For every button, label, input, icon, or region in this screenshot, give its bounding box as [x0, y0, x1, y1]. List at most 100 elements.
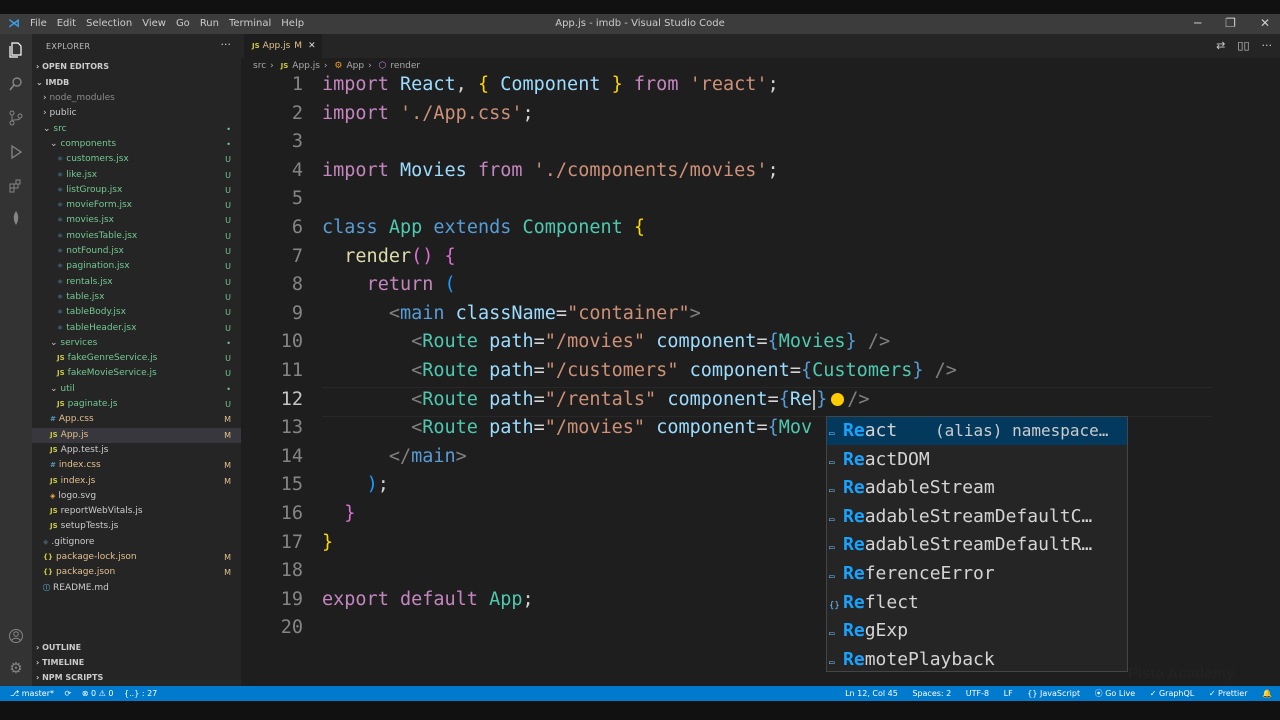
status-encoding[interactable]: UTF-8 — [966, 689, 989, 698]
open-changes-icon[interactable]: ⇄ — [1216, 39, 1225, 52]
tree-item[interactable]: ⌄ src • — [32, 122, 241, 137]
code-line[interactable]: ); — [322, 474, 389, 495]
timeline-section[interactable]: › TIMELINE — [36, 658, 84, 667]
tree-item[interactable]: ◈ logo.svg — [32, 489, 241, 504]
tree-item[interactable]: › public — [32, 106, 241, 121]
extensions-icon[interactable] — [6, 176, 26, 196]
code-line[interactable]: import './App.css'; — [322, 103, 534, 124]
code-line[interactable]: import React, { Component } from 'react'… — [322, 74, 779, 95]
tree-item[interactable]: JS fakeGenreService.js U — [32, 351, 241, 366]
tree-item[interactable]: ◆ .gitignore — [32, 535, 241, 550]
tree-item[interactable]: JS index.js M — [32, 474, 241, 489]
tree-item[interactable]: ⌄ components • — [32, 137, 241, 152]
tree-item[interactable]: JS reportWebVitals.js — [32, 504, 241, 519]
tree-item[interactable]: JS App.js M — [32, 427, 241, 443]
status-prettier[interactable]: ✓ Prettier — [1209, 689, 1248, 698]
tree-item[interactable]: # App.css M — [32, 412, 241, 427]
lightbulb-icon[interactable] — [831, 393, 845, 407]
status-extra[interactable]: {..} : 27 — [124, 689, 157, 698]
status-golive[interactable]: ⦿ Go Live — [1095, 689, 1136, 698]
project-section[interactable]: ⌄ IMDB — [36, 78, 69, 87]
status-language[interactable]: {} JavaScript — [1027, 689, 1080, 698]
suggestion-item[interactable]: ▭ ReferenceError — [827, 560, 1127, 588]
tree-item[interactable]: ⚛ rentals.jsx U — [32, 275, 241, 290]
suggestion-item[interactable]: ▭ ReadableStream — [827, 474, 1127, 502]
suggestion-item[interactable]: ▭ ReactDOM — [827, 446, 1127, 474]
status-position[interactable]: Ln 12, Col 45 — [845, 689, 898, 698]
more-actions-icon[interactable]: ··· — [221, 38, 232, 51]
status-eol[interactable]: LF — [1004, 689, 1013, 698]
file-name: index.js — [60, 475, 96, 486]
suggestion-item[interactable]: ▭ RemotePlayback — [827, 646, 1127, 674]
code-line[interactable]: } — [322, 503, 355, 524]
open-editors-section[interactable]: › OPEN EDITORS — [36, 62, 109, 71]
mongodb-leaf-icon[interactable] — [6, 208, 26, 228]
tree-item[interactable]: ⚛ like.jsx U — [32, 168, 241, 183]
line-number: 15 — [280, 474, 303, 496]
tree-item[interactable]: JS paginate.js U — [32, 397, 241, 412]
code-line[interactable]: </main> — [322, 446, 467, 467]
source-control-icon[interactable] — [6, 108, 26, 128]
npm-scripts-section[interactable]: › NPM SCRIPTS — [36, 673, 103, 682]
run-debug-icon[interactable] — [6, 142, 26, 162]
breadcrumb-class[interactable]: App — [346, 61, 364, 71]
breadcrumb-src[interactable]: src — [253, 61, 266, 71]
more-editor-actions-icon[interactable]: ··· — [1262, 39, 1273, 52]
account-icon[interactable] — [6, 626, 26, 646]
tree-item[interactable]: ⓘ README.md — [32, 581, 241, 596]
tree-item[interactable]: ⚛ tableBody.jsx U — [32, 305, 241, 320]
suggestion-item[interactable]: ▭ ReadableStreamDefaultC… — [827, 503, 1127, 531]
tree-item[interactable]: ⚛ notFound.jsx U — [32, 244, 241, 259]
status-branch[interactable]: master* — [22, 689, 54, 698]
tree-item[interactable]: ⌄ util • — [32, 382, 241, 397]
suggestion-item[interactable]: ▭ ReadableStreamDefaultR… — [827, 531, 1127, 559]
code-line[interactable]: render() { — [322, 246, 455, 267]
tree-item[interactable]: ⚛ pagination.jsx U — [32, 259, 241, 274]
suggestion-item[interactable]: ▭ React (alias) namespace… — [827, 417, 1127, 445]
code-line[interactable]: <Route path="/customers" component={Cust… — [322, 360, 957, 381]
explorer-icon[interactable] — [6, 40, 26, 60]
breadcrumb-method[interactable]: render — [390, 61, 420, 71]
tab-app-js[interactable]: JS App.js M ✕ — [244, 34, 322, 58]
code-line[interactable]: <main className="container"> — [322, 303, 701, 324]
tree-item[interactable]: ⚛ movieForm.jsx U — [32, 198, 241, 213]
maximize-icon[interactable]: ❐ — [1225, 16, 1236, 30]
tree-item[interactable]: ⚛ customers.jsx U — [32, 152, 241, 167]
code-line[interactable]: class App extends Component { — [322, 217, 645, 238]
status-spaces[interactable]: Spaces: 2 — [912, 689, 951, 698]
settings-gear-icon[interactable]: ⚙ — [6, 658, 26, 678]
code-line[interactable]: <Route path="/rentals" component={Re}/> — [322, 389, 870, 410]
status-graphql[interactable]: ✓ GraphQL — [1150, 689, 1195, 698]
tree-item[interactable]: ⚛ moviesTable.jsx U — [32, 229, 241, 244]
tree-item[interactable]: JS fakeMovieService.js U — [32, 366, 241, 381]
tree-item[interactable]: ⚛ movies.jsx U — [32, 213, 241, 228]
code-line[interactable]: import Movies from './components/movies'… — [322, 160, 779, 181]
code-line[interactable]: } — [322, 532, 333, 553]
tab-close-icon[interactable]: ✕ — [308, 41, 316, 51]
breadcrumb-file[interactable]: App.js — [292, 61, 320, 71]
status-problems[interactable]: ⊗ 0 ⚠ 0 — [82, 689, 114, 698]
tree-item[interactable]: ⚛ tableHeader.jsx U — [32, 321, 241, 336]
code-line[interactable]: <Route path="/movies" component={Mov — [322, 417, 812, 438]
suggestion-item[interactable]: ▭ RegExp — [827, 617, 1127, 645]
close-window-icon[interactable]: ✕ — [1260, 16, 1270, 30]
tree-item[interactable]: {} package.json M — [32, 565, 241, 580]
minimize-icon[interactable]: ─ — [1194, 16, 1201, 30]
tree-item[interactable]: ⌄ services • — [32, 336, 241, 351]
tree-item[interactable]: ⚛ listGroup.jsx U — [32, 183, 241, 198]
notifications-bell-icon[interactable]: 🔔 — [1262, 689, 1272, 698]
code-line[interactable]: export default App; — [322, 589, 534, 610]
tree-item[interactable]: › node_modules — [32, 91, 241, 106]
tree-item[interactable]: {} package-lock.json M — [32, 550, 241, 565]
code-line[interactable]: <Route path="/movies" component={Movies}… — [322, 331, 890, 352]
suggestion-item[interactable]: {} Reflect — [827, 589, 1127, 617]
split-editor-icon[interactable]: ▯▯ — [1237, 39, 1249, 52]
tree-item[interactable]: JS setupTests.js — [32, 519, 241, 534]
status-sync[interactable]: ⟳ — [65, 689, 72, 698]
tree-item[interactable]: JS App.test.js — [32, 443, 241, 458]
search-icon[interactable] — [6, 74, 26, 94]
tree-item[interactable]: # index.css M — [32, 458, 241, 473]
code-line[interactable]: return ( — [322, 274, 456, 295]
outline-section[interactable]: › OUTLINE — [36, 643, 81, 652]
tree-item[interactable]: ⚛ table.jsx U — [32, 290, 241, 305]
